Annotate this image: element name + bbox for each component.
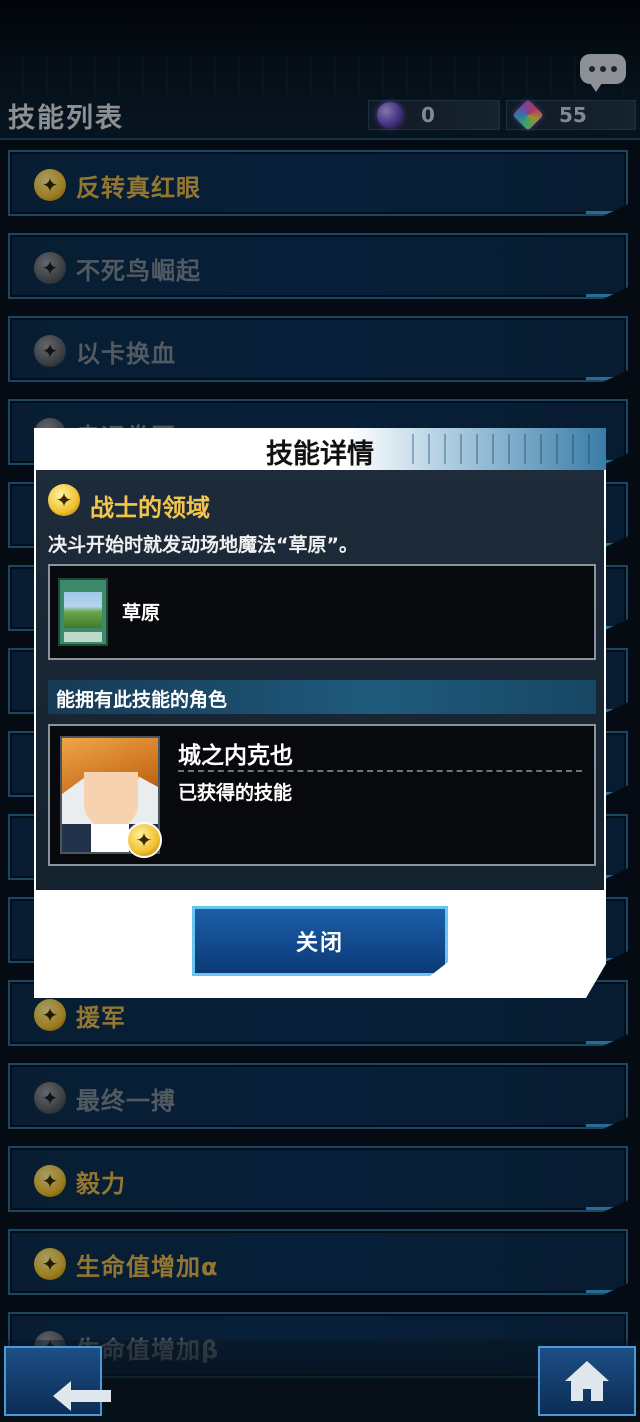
home-button[interactable] <box>538 1346 636 1416</box>
skill-description: 决斗开始时就发动场地魔法“草原”。 <box>48 534 358 556</box>
star-icon: ✦ <box>48 484 80 516</box>
home-icon <box>565 1361 609 1401</box>
owner-entry[interactable]: ✦ 城之内克也 已获得的技能 <box>48 724 596 866</box>
card-entry[interactable]: 草原 <box>48 564 596 660</box>
dialog-header: 技能详情 <box>34 428 606 470</box>
card-thumbnail <box>58 578 108 646</box>
skill-status: 已获得的技能 <box>178 782 293 804</box>
card-name: 草原 <box>122 602 161 624</box>
dialog-title: 技能详情 <box>266 439 374 470</box>
back-button[interactable] <box>4 1346 111 1416</box>
character-name: 城之内克也 <box>178 743 293 769</box>
close-button-label: 关闭 <box>295 931 344 956</box>
star-badge-icon: ✦ <box>126 822 162 858</box>
divider <box>178 770 582 772</box>
owners-section-header: 能拥有此技能的角色 <box>48 680 596 714</box>
close-button[interactable]: 关闭 <box>192 906 448 976</box>
skill-name: 战士的领域 <box>90 494 210 522</box>
owners-header-label: 能拥有此技能的角色 <box>56 689 228 711</box>
dialog-body: ✦ 战士的领域 决斗开始时就发动场地魔法“草原”。 草原 能拥有此技能的角色 ✦… <box>36 470 604 890</box>
skill-detail-dialog: 技能详情 ✦ 战士的领域 决斗开始时就发动场地魔法“草原”。 草原 能拥有此技能… <box>34 428 606 998</box>
